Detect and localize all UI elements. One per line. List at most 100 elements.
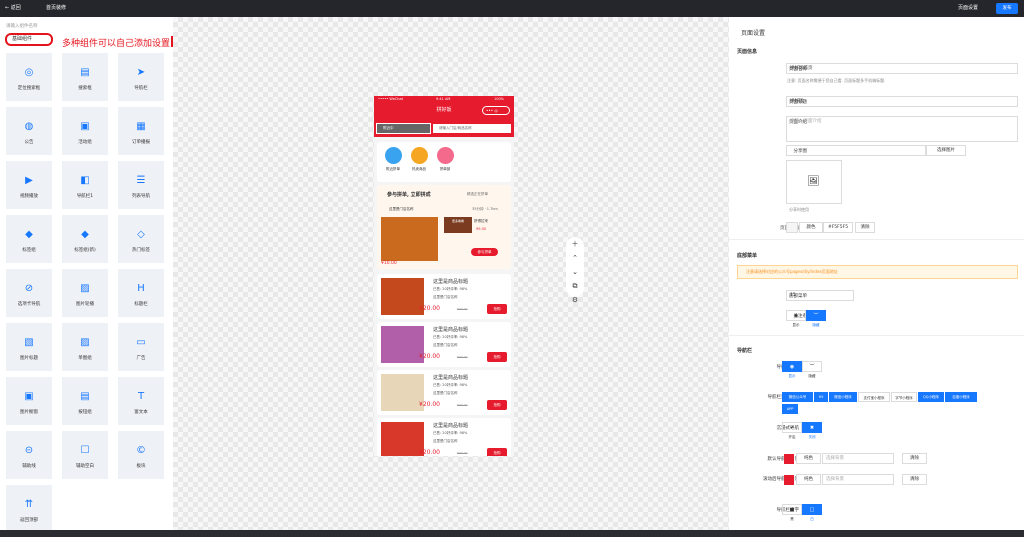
group-more-link[interactable]: 精选正在拼单 — [467, 192, 488, 197]
component-item[interactable]: H 标题栏 — [118, 269, 164, 317]
component-item[interactable]: ◧ 导航栏1 — [62, 161, 108, 209]
category-label: 热卖商品 — [412, 167, 426, 171]
choose-image-button[interactable]: 选择图片 — [926, 145, 966, 156]
canvas-tool-icon[interactable]: ⧉ — [566, 279, 584, 293]
component-item[interactable]: ▣ 图片橱窗 — [6, 377, 52, 425]
canvas-tool-icon[interactable]: ⌄ — [566, 265, 584, 279]
component-item[interactable]: ▨ 单图组 — [62, 323, 108, 371]
component-label: 按钮组 — [78, 410, 92, 415]
component-item[interactable]: ▦ 订单播报 — [118, 107, 164, 155]
immersive-on-toggle[interactable]: ✔ — [782, 422, 802, 433]
scroll-bg-select[interactable]: 选择背景 — [822, 474, 894, 485]
nav-bg-select[interactable]: 选择背景 — [822, 453, 894, 464]
product-sales: 已售: 20好评率: 98% — [433, 431, 468, 435]
component-item[interactable]: ⊘ 选项卡导航 — [6, 269, 52, 317]
section-nav[interactable]: 导航栏 — [737, 347, 752, 354]
nav-bg-type[interactable]: 纯色 — [796, 453, 821, 464]
component-item[interactable]: T 富文本 — [118, 377, 164, 425]
channel-option[interactable]: 微信公众号 — [782, 392, 813, 402]
component-item[interactable]: ➤ 导航栏 — [118, 53, 164, 101]
scroll-bg-swatch[interactable] — [784, 475, 794, 485]
group-badge-price: 99.00 — [476, 227, 487, 231]
channel-option[interactable]: QQ小程序 — [918, 392, 944, 402]
section-page-info[interactable]: 页面信息 — [737, 48, 757, 55]
component-item[interactable]: ▣ 活动组 — [62, 107, 108, 155]
canvas-tool-icon[interactable]: ＋ — [566, 237, 584, 251]
component-item[interactable]: ▨ 图片轮播 — [62, 269, 108, 317]
page-settings-button[interactable]: 页面设置 — [958, 4, 978, 11]
back-button[interactable]: ← 返回 — [5, 4, 21, 11]
capsule-menu-icon[interactable]: ••• ◎ — [482, 106, 510, 115]
category-item[interactable]: 拼单部 — [433, 147, 457, 172]
buy-button[interactable]: 抢购 — [487, 352, 507, 362]
clear-bg-button[interactable]: 清除 — [855, 222, 875, 233]
product-card[interactable]: 这里是商品标题 已售: 20好评率: 98% 这里是门店名称 ¥20.00 ¥30.00… — [377, 370, 511, 415]
nav-text-black-toggle[interactable]: ■ — [782, 504, 802, 515]
component-item[interactable]: ◆ 标签组(新) — [62, 215, 108, 263]
product-image — [381, 326, 424, 363]
component-item[interactable]: ▭ 广告 — [118, 323, 164, 371]
canvas-tool-icon[interactable]: ⌃ — [566, 251, 584, 265]
channel-option[interactable]: 微信小程序 — [829, 392, 857, 402]
page-intro-textarea[interactable]: 请输入页面介绍 — [786, 116, 1018, 142]
component-item[interactable]: ⇈ 返回顶部 — [6, 485, 52, 533]
component-item[interactable]: ⊝ 辅助线 — [6, 431, 52, 479]
bottom-menu-select[interactable]: 15 — [786, 290, 854, 301]
location-selector[interactable]: 附近中 — [376, 123, 431, 134]
buy-button[interactable]: 抢购 — [487, 304, 507, 314]
product-card[interactable]: 这里是商品标题 已售: 20好评率: 98% 这里是门店名称 ¥20.00 ¥30.00… — [377, 418, 511, 456]
component-item[interactable]: ◍ 公告 — [6, 107, 52, 155]
channel-option[interactable]: 百度小程序 — [945, 392, 977, 402]
product-card[interactable]: 这里是商品标题 已售: 20好评率: 98% 这里是门店名称 ¥20.00 ¥30.00… — [377, 274, 511, 319]
bg-color-swatch[interactable] — [786, 222, 798, 233]
component-item[interactable]: ◇ 热门标签 — [118, 215, 164, 263]
publish-button[interactable]: 发布 — [996, 3, 1018, 14]
product-store: 这里是门店名称 — [433, 295, 458, 299]
phone-search-input[interactable]: 请输入门店/商品名称 — [432, 123, 512, 134]
category-item[interactable]: 附近拼单 — [381, 147, 405, 172]
component-label: 标签组 — [22, 248, 36, 253]
immersive-off-toggle[interactable]: ✖ — [802, 422, 822, 433]
section-bottom-menu[interactable]: 底部菜单 — [737, 252, 757, 259]
follow-show-toggle[interactable]: ◉ — [786, 310, 806, 321]
product-card[interactable]: 这里是商品标题 已售: 20好评率: 98% 这里是门店名称 ¥20.00 ¥30.00… — [377, 322, 511, 367]
channel-option[interactable]: 支付宝小程序 — [858, 392, 890, 402]
channel-option[interactable]: APP — [782, 404, 798, 414]
component-item[interactable]: ◆ 标签组 — [6, 215, 52, 263]
nav-hide-toggle[interactable]: ︶ — [802, 361, 822, 372]
share-image-preview[interactable]: 🖼 — [786, 160, 842, 204]
category-item[interactable]: 热卖商品 — [407, 147, 431, 172]
component-item[interactable]: ◎ 定位搜索框 — [6, 53, 52, 101]
bg-color-hex[interactable]: #F5F5F5 — [823, 222, 853, 233]
scroll-bg-type[interactable]: 纯色 — [796, 474, 821, 485]
component-item[interactable]: ▤ 按钮组 — [62, 377, 108, 425]
scroll-bg-clear[interactable]: 清除 — [902, 474, 927, 485]
nav-bg-swatch[interactable] — [784, 454, 794, 464]
canvas-tool-icon[interactable]: ⚙ — [566, 293, 584, 307]
component-item[interactable]: ☐ 辅助空白 — [62, 431, 108, 479]
component-search-input[interactable]: 请输入组件名称 — [6, 23, 38, 29]
nav-show-toggle[interactable]: ◉ — [782, 361, 802, 372]
component-item[interactable]: © 板块 — [118, 431, 164, 479]
buy-button[interactable]: 抢购 — [487, 400, 507, 410]
signal-text: ••••• WeChat — [378, 97, 404, 101]
component-item[interactable]: ▶ 视频播放 — [6, 161, 52, 209]
nav-text-white-toggle[interactable]: □ — [802, 504, 822, 515]
buy-button[interactable]: 抢购 — [487, 448, 507, 456]
join-group-button[interactable]: 参与拼单 — [471, 248, 498, 256]
component-item[interactable]: ▧ 图片标题 — [6, 323, 52, 371]
bg-color-type[interactable]: 颜色 — [799, 222, 823, 233]
component-item[interactable]: ☰ 列表导航 — [118, 161, 164, 209]
page-title-input[interactable]: 拼好饭 — [786, 96, 1018, 107]
channel-option[interactable]: H5 — [814, 392, 828, 402]
toggle-label: 黑 — [790, 517, 794, 521]
follow-hide-toggle[interactable]: ︶ — [806, 310, 826, 321]
group-badge: 拼得拉来 — [474, 219, 488, 223]
channel-option[interactable]: 字节小程序 — [891, 392, 917, 402]
basic-components-group[interactable]: 基础组件 — [5, 33, 53, 46]
page-name-input[interactable]: 拼好饭首页 — [786, 63, 1018, 74]
product-store: 这里是门店名称 — [433, 391, 458, 395]
component-item[interactable]: ▤ 搜索框 — [62, 53, 108, 101]
nav-bg-clear[interactable]: 清除 — [902, 453, 927, 464]
share-image-input[interactable] — [786, 145, 926, 156]
